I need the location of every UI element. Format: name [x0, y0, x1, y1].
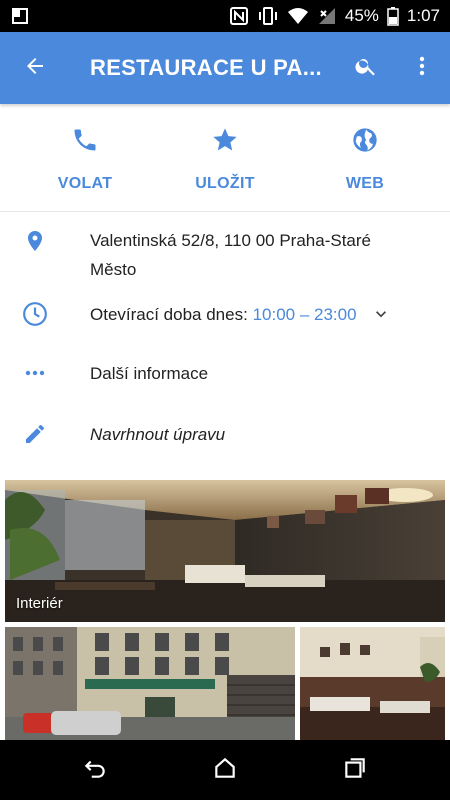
suggest-edit-row[interactable]: Navrhnout úpravu	[0, 404, 450, 464]
interior-photo-label: Interiér	[16, 595, 63, 612]
more-options-button[interactable]	[394, 32, 450, 104]
location-pin-icon	[0, 226, 70, 253]
sim-icon	[10, 6, 30, 26]
search-icon	[354, 54, 378, 83]
quick-actions: VOLAT ULOŽIT WEB	[0, 104, 450, 212]
save-label: ULOŽIT	[195, 175, 255, 192]
battery-percent: 45%	[344, 6, 379, 25]
nav-back-button[interactable]	[65, 740, 125, 800]
save-button[interactable]: ULOŽIT	[160, 104, 290, 211]
home-nav-icon	[212, 755, 238, 786]
hours-value: 10:00 – 23:00	[252, 304, 357, 324]
clock: 1:07	[406, 6, 440, 25]
call-button[interactable]: VOLAT	[20, 104, 150, 211]
expand-hours-icon[interactable]	[371, 304, 391, 324]
place-info: Valentinská 52/8, 110 00 Praha-Staré Měs…	[0, 212, 450, 464]
address-line-2: Město	[90, 260, 137, 279]
address-line-1: Valentinská 52/8, 110 00 Praha-Staré	[90, 231, 371, 250]
back-button[interactable]	[0, 32, 70, 104]
search-button[interactable]	[338, 32, 394, 104]
more-info-label: Další informace	[90, 363, 209, 383]
hours-label: Otevírací doba dnes:	[90, 304, 248, 324]
hours-row[interactable]: Otevírací doba dnes: 10:00 – 23:00	[0, 282, 450, 338]
more-info-row[interactable]: Další informace	[0, 342, 450, 404]
wifi-icon	[287, 6, 309, 26]
nav-recents-button[interactable]	[325, 740, 385, 800]
web-button[interactable]: WEB	[300, 104, 430, 211]
more-vert-icon	[410, 54, 434, 83]
vibrate-icon	[257, 6, 279, 26]
back-nav-icon	[82, 755, 108, 786]
photo-gallery: Interiér	[5, 480, 445, 740]
nav-home-button[interactable]	[195, 740, 255, 800]
clock-icon	[0, 301, 70, 327]
pencil-icon	[0, 422, 70, 446]
interior-photo[interactable]: Interiér	[5, 480, 445, 622]
system-nav-bar	[0, 740, 450, 800]
more-horiz-icon	[0, 361, 70, 385]
street-photo[interactable]	[5, 627, 295, 740]
call-label: VOLAT	[57, 175, 113, 192]
suggest-edit-label: Navrhnout úpravu	[90, 424, 226, 444]
nfc-icon	[229, 6, 249, 26]
web-label: WEB	[345, 175, 385, 192]
back-arrow-icon	[23, 54, 47, 83]
address-row[interactable]: Valentinská 52/8, 110 00 Praha-Staré Měs…	[0, 212, 450, 282]
page-title: RESTAURACE U PA...	[90, 55, 322, 80]
signal-icon	[317, 6, 337, 26]
recents-nav-icon	[342, 755, 368, 786]
globe-icon	[351, 126, 379, 159]
battery-icon	[387, 6, 399, 26]
app-bar: RESTAURACE U PA...	[0, 32, 450, 104]
star-icon	[211, 126, 239, 159]
phone-icon	[71, 126, 99, 159]
dining-room-photo[interactable]	[300, 627, 445, 740]
status-bar: 45% 1:07	[0, 0, 450, 32]
